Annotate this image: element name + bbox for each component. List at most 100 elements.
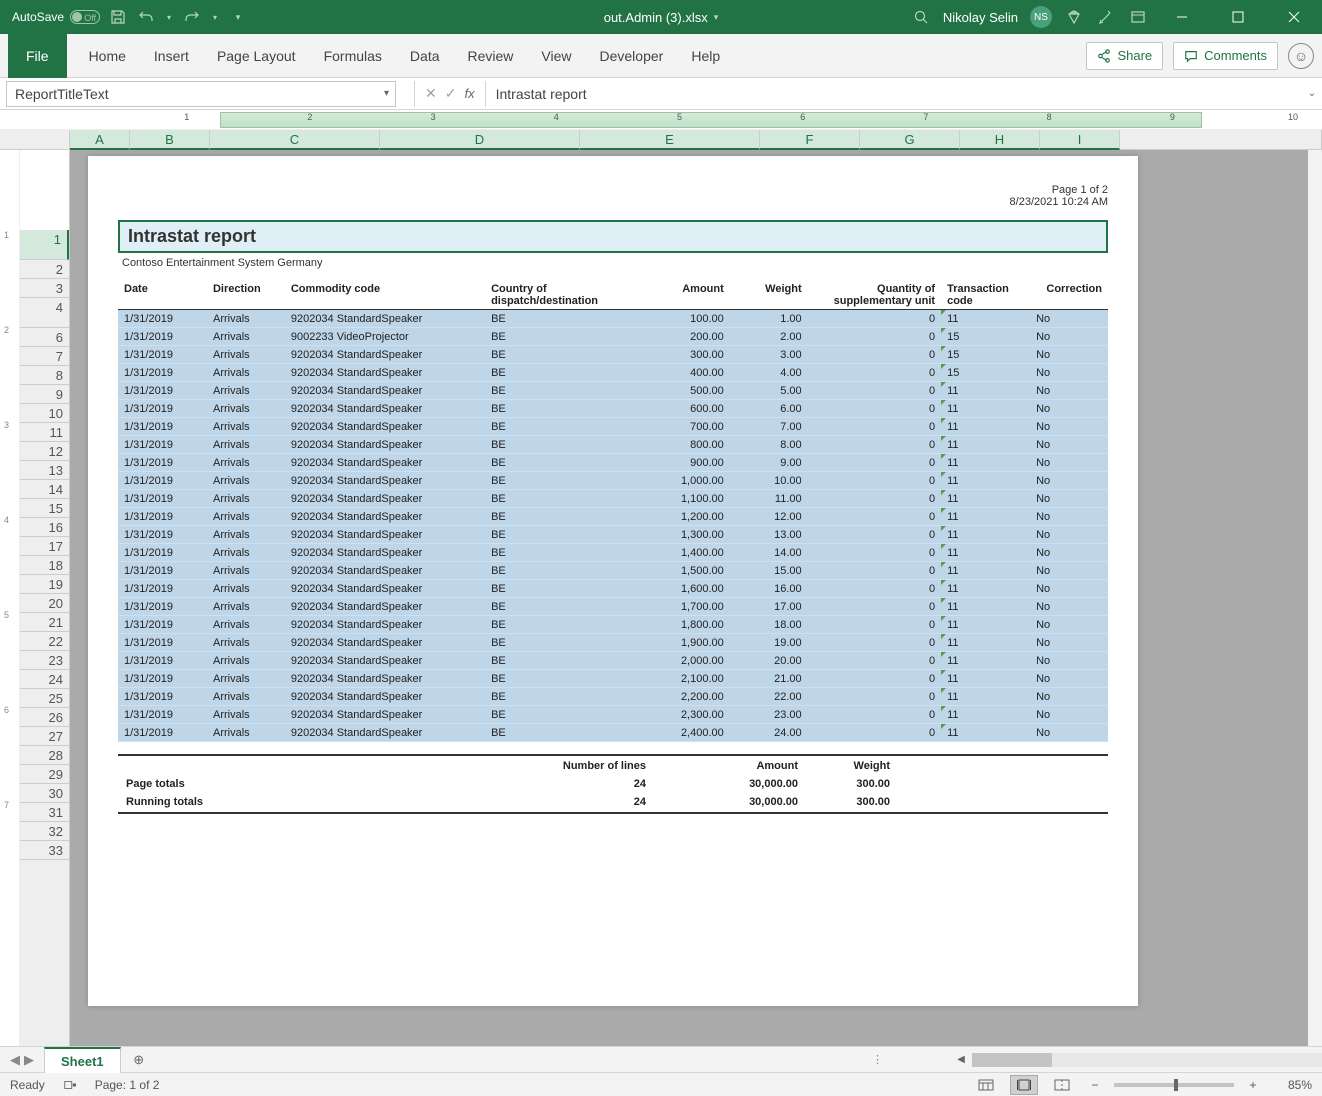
- zoom-slider[interactable]: [1114, 1083, 1234, 1087]
- row-header[interactable]: 14: [20, 480, 69, 499]
- user-name[interactable]: Nikolay Selin: [943, 10, 1018, 25]
- formula-expand-icon[interactable]: ⌄: [1302, 88, 1322, 99]
- hscroll-thumb[interactable]: [972, 1053, 1052, 1067]
- ribbon-tab-review[interactable]: Review: [454, 34, 528, 78]
- autosave-toggle[interactable]: AutoSave Off: [12, 10, 100, 24]
- ribbon-tab-view[interactable]: View: [527, 34, 585, 78]
- cancel-formula-icon[interactable]: ✕: [425, 85, 437, 102]
- row-header[interactable]: 2: [20, 260, 69, 279]
- table-row[interactable]: 1/31/2019Arrivals9202034 StandardSpeaker…: [118, 580, 1108, 598]
- table-row[interactable]: 1/31/2019Arrivals9202034 StandardSpeaker…: [118, 598, 1108, 616]
- ribbon-tab-data[interactable]: Data: [396, 34, 454, 78]
- table-row[interactable]: 1/31/2019Arrivals9202034 StandardSpeaker…: [118, 508, 1108, 526]
- table-row[interactable]: 1/31/2019Arrivals9202034 StandardSpeaker…: [118, 706, 1108, 724]
- ribbon-tab-insert[interactable]: Insert: [140, 34, 203, 78]
- close-button[interactable]: [1272, 0, 1316, 34]
- comments-button[interactable]: Comments: [1173, 42, 1278, 70]
- row-header[interactable]: 23: [20, 651, 69, 670]
- table-row[interactable]: 1/31/2019Arrivals9002233 VideoProjectorB…: [118, 328, 1108, 346]
- row-header[interactable]: 27: [20, 727, 69, 746]
- select-all-corner[interactable]: [0, 130, 70, 150]
- redo-dropdown-icon[interactable]: ▾: [210, 7, 220, 27]
- row-header[interactable]: 16: [20, 518, 69, 537]
- ribbon-tab-help[interactable]: Help: [677, 34, 734, 78]
- row-header[interactable]: 13: [20, 461, 69, 480]
- row-header[interactable]: 30: [20, 784, 69, 803]
- feedback-icon[interactable]: ☺: [1288, 43, 1314, 69]
- fx-icon[interactable]: fx: [464, 86, 474, 101]
- column-header-A[interactable]: A: [70, 130, 130, 150]
- redo-icon[interactable]: [182, 7, 202, 27]
- table-row[interactable]: 1/31/2019Arrivals9202034 StandardSpeaker…: [118, 526, 1108, 544]
- report-title-cell[interactable]: Intrastat report: [118, 220, 1108, 253]
- column-header-G[interactable]: G: [860, 130, 960, 150]
- row-header[interactable]: 6: [20, 328, 69, 347]
- row-header[interactable]: 22: [20, 632, 69, 651]
- row-header[interactable]: 10: [20, 404, 69, 423]
- maximize-button[interactable]: [1216, 0, 1260, 34]
- row-header[interactable]: 12: [20, 442, 69, 461]
- row-header[interactable]: 9: [20, 385, 69, 404]
- undo-icon[interactable]: [136, 7, 156, 27]
- view-page-break-icon[interactable]: [1048, 1075, 1076, 1095]
- name-box[interactable]: ReportTitleText ▾: [6, 81, 396, 107]
- ribbon-tab-formulas[interactable]: Formulas: [310, 34, 396, 78]
- table-row[interactable]: 1/31/2019Arrivals9202034 StandardSpeaker…: [118, 418, 1108, 436]
- table-row[interactable]: 1/31/2019Arrivals9202034 StandardSpeaker…: [118, 400, 1108, 418]
- table-row[interactable]: 1/31/2019Arrivals9202034 StandardSpeaker…: [118, 472, 1108, 490]
- name-box-dropdown-icon[interactable]: ▾: [384, 88, 389, 99]
- table-row[interactable]: 1/31/2019Arrivals9202034 StandardSpeaker…: [118, 616, 1108, 634]
- ribbon-tab-home[interactable]: Home: [75, 34, 140, 78]
- table-row[interactable]: 1/31/2019Arrivals9202034 StandardSpeaker…: [118, 436, 1108, 454]
- row-header[interactable]: 26: [20, 708, 69, 727]
- search-icon[interactable]: [911, 7, 931, 27]
- ribbon-display-icon[interactable]: [1128, 7, 1148, 27]
- title-dropdown-icon[interactable]: ▾: [714, 12, 719, 23]
- tab-nav-prev-icon[interactable]: ◀: [10, 1052, 20, 1068]
- table-row[interactable]: 1/31/2019Arrivals9202034 StandardSpeaker…: [118, 688, 1108, 706]
- vertical-ruler[interactable]: 1234567: [0, 150, 20, 1046]
- view-page-layout-icon[interactable]: [1010, 1075, 1038, 1095]
- row-header[interactable]: 11: [20, 423, 69, 442]
- row-header[interactable]: 28: [20, 746, 69, 765]
- table-row[interactable]: 1/31/2019Arrivals9202034 StandardSpeaker…: [118, 382, 1108, 400]
- column-header-B[interactable]: B: [130, 130, 210, 150]
- row-header[interactable]: 17: [20, 537, 69, 556]
- table-row[interactable]: 1/31/2019Arrivals9202034 StandardSpeaker…: [118, 652, 1108, 670]
- worksheet-canvas[interactable]: Page 1 of 2 8/23/2021 10:24 AM Intrastat…: [70, 150, 1322, 1046]
- row-header[interactable]: 19: [20, 575, 69, 594]
- row-header[interactable]: 15: [20, 499, 69, 518]
- scroll-left-icon[interactable]: ◀: [952, 1051, 970, 1069]
- column-header-H[interactable]: H: [960, 130, 1040, 150]
- row-header[interactable]: 4: [20, 298, 69, 328]
- table-row[interactable]: 1/31/2019Arrivals9202034 StandardSpeaker…: [118, 724, 1108, 742]
- column-header-C[interactable]: C: [210, 130, 380, 150]
- row-header[interactable]: 1: [20, 230, 69, 260]
- save-icon[interactable]: [108, 7, 128, 27]
- horizontal-scrollbar[interactable]: ◀ ▶: [952, 1050, 1322, 1070]
- minimize-button[interactable]: [1160, 0, 1204, 34]
- row-header[interactable]: 29: [20, 765, 69, 784]
- table-row[interactable]: 1/31/2019Arrivals9202034 StandardSpeaker…: [118, 634, 1108, 652]
- table-row[interactable]: 1/31/2019Arrivals9202034 StandardSpeaker…: [118, 364, 1108, 382]
- ribbon-tab-file[interactable]: File: [8, 34, 67, 78]
- sheet-tab-sheet1[interactable]: Sheet1: [44, 1047, 121, 1073]
- row-header[interactable]: 33: [20, 841, 69, 860]
- table-row[interactable]: 1/31/2019Arrivals9202034 StandardSpeaker…: [118, 670, 1108, 688]
- coming-soon-icon[interactable]: [1096, 7, 1116, 27]
- table-row[interactable]: 1/31/2019Arrivals9202034 StandardSpeaker…: [118, 490, 1108, 508]
- table-row[interactable]: 1/31/2019Arrivals9202034 StandardSpeaker…: [118, 454, 1108, 472]
- column-header-E[interactable]: E: [580, 130, 760, 150]
- row-header[interactable]: 25: [20, 689, 69, 708]
- row-header[interactable]: 7: [20, 347, 69, 366]
- row-header[interactable]: 21: [20, 613, 69, 632]
- column-header-I[interactable]: I: [1040, 130, 1120, 150]
- user-avatar[interactable]: NS: [1030, 6, 1052, 28]
- view-normal-icon[interactable]: [972, 1075, 1000, 1095]
- row-header[interactable]: 32: [20, 822, 69, 841]
- column-header-F[interactable]: F: [760, 130, 860, 150]
- vertical-scrollbar[interactable]: [1308, 150, 1322, 1046]
- tab-split-handle[interactable]: ⋮: [872, 1053, 882, 1066]
- column-header-D[interactable]: D: [380, 130, 580, 150]
- enter-formula-icon[interactable]: ✓: [445, 85, 457, 102]
